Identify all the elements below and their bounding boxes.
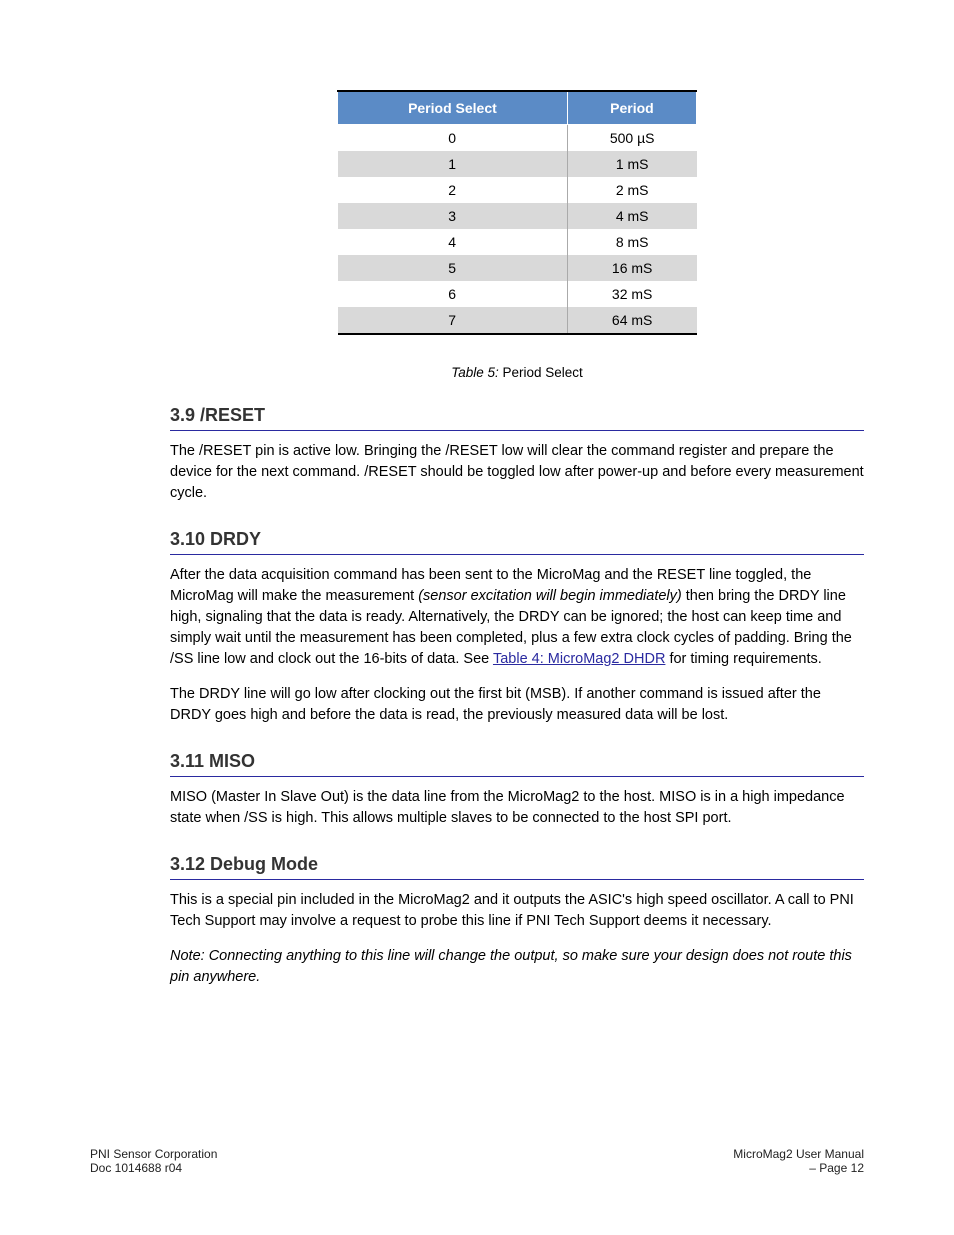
table-row: 7 64 mS <box>338 307 697 334</box>
footer-page-num: 12 <box>851 1161 864 1175</box>
cell-period: 1 mS <box>567 151 696 177</box>
table-row: 4 8 mS <box>338 229 697 255</box>
page-footer: PNI Sensor Corporation Doc 1014688 r04 M… <box>90 1147 864 1175</box>
page-content: Period Select Period 0 500 µS 1 1 mS 2 2… <box>0 0 954 1042</box>
table-row: 1 1 mS <box>338 151 697 177</box>
footer-right: MicroMag2 User Manual – Page 12 <box>733 1147 864 1175</box>
footer-page-label: – Page <box>809 1161 847 1175</box>
section-body-miso: MISO (Master In Slave Out) is the data l… <box>170 787 864 829</box>
cell-ps: 2 <box>338 177 568 203</box>
section-title-miso: 3.11 MISO <box>170 751 864 772</box>
section-divider <box>170 554 864 555</box>
cell-ps: 1 <box>338 151 568 177</box>
table-row: 2 2 mS <box>338 177 697 203</box>
table-caption: Table 5: Period Select <box>170 365 864 380</box>
footer-left: PNI Sensor Corporation Doc 1014688 r04 <box>90 1147 217 1175</box>
footer-page: – Page 12 <box>733 1161 864 1175</box>
cell-ps: 7 <box>338 307 568 334</box>
cell-period: 32 mS <box>567 281 696 307</box>
cell-ps: 3 <box>338 203 568 229</box>
cell-ps: 5 <box>338 255 568 281</box>
section-divider <box>170 879 864 880</box>
table-row: 3 4 mS <box>338 203 697 229</box>
debug-note-label: Note: <box>170 948 205 964</box>
caption-text: Period Select <box>503 365 583 380</box>
table-row: 5 16 mS <box>338 255 697 281</box>
cell-ps: 0 <box>338 125 568 152</box>
cell-period: 4 mS <box>567 203 696 229</box>
section-title-debug: 3.12 Debug Mode <box>170 854 864 875</box>
section-divider <box>170 430 864 431</box>
cell-period: 16 mS <box>567 255 696 281</box>
footer-company: PNI Sensor Corporation <box>90 1147 217 1161</box>
period-select-table: Period Select Period 0 500 µS 1 1 mS 2 2… <box>337 90 697 335</box>
cell-ps: 4 <box>338 229 568 255</box>
section-body-drdy-2: The DRDY line will go low after clocking… <box>170 684 864 726</box>
drdy-link[interactable]: Table 4: MicroMag2 DHDR <box>493 651 665 667</box>
section-body-debug-1: This is a special pin included in the Mi… <box>170 890 864 932</box>
caption-label: Table 5: <box>451 365 499 380</box>
footer-manual: MicroMag2 User Manual <box>733 1147 864 1161</box>
section-title-drdy: 3.10 DRDY <box>170 529 864 550</box>
drdy-text-end: for timing requirements. <box>669 651 821 667</box>
section-body-debug-2: Note: Connecting anything to this line w… <box>170 946 864 988</box>
section-divider <box>170 776 864 777</box>
cell-period: 2 mS <box>567 177 696 203</box>
table-row: 0 500 µS <box>338 125 697 152</box>
section-body-reset: The /RESET pin is active low. Bringing t… <box>170 441 864 504</box>
cell-period: 8 mS <box>567 229 696 255</box>
debug-note-text: Connecting anything to this line will ch… <box>170 948 852 985</box>
table-row: 6 32 mS <box>338 281 697 307</box>
cell-period: 500 µS <box>567 125 696 152</box>
cell-period: 64 mS <box>567 307 696 334</box>
drdy-text-italic: (sensor excitation will begin immediatel… <box>418 588 682 604</box>
section-body-drdy-1: After the data acquisition command has b… <box>170 565 864 670</box>
section-title-reset: 3.9 /RESET <box>170 405 864 426</box>
col-header-period-select: Period Select <box>338 91 568 125</box>
col-header-period: Period <box>567 91 696 125</box>
cell-ps: 6 <box>338 281 568 307</box>
footer-doc: Doc 1014688 r04 <box>90 1161 217 1175</box>
